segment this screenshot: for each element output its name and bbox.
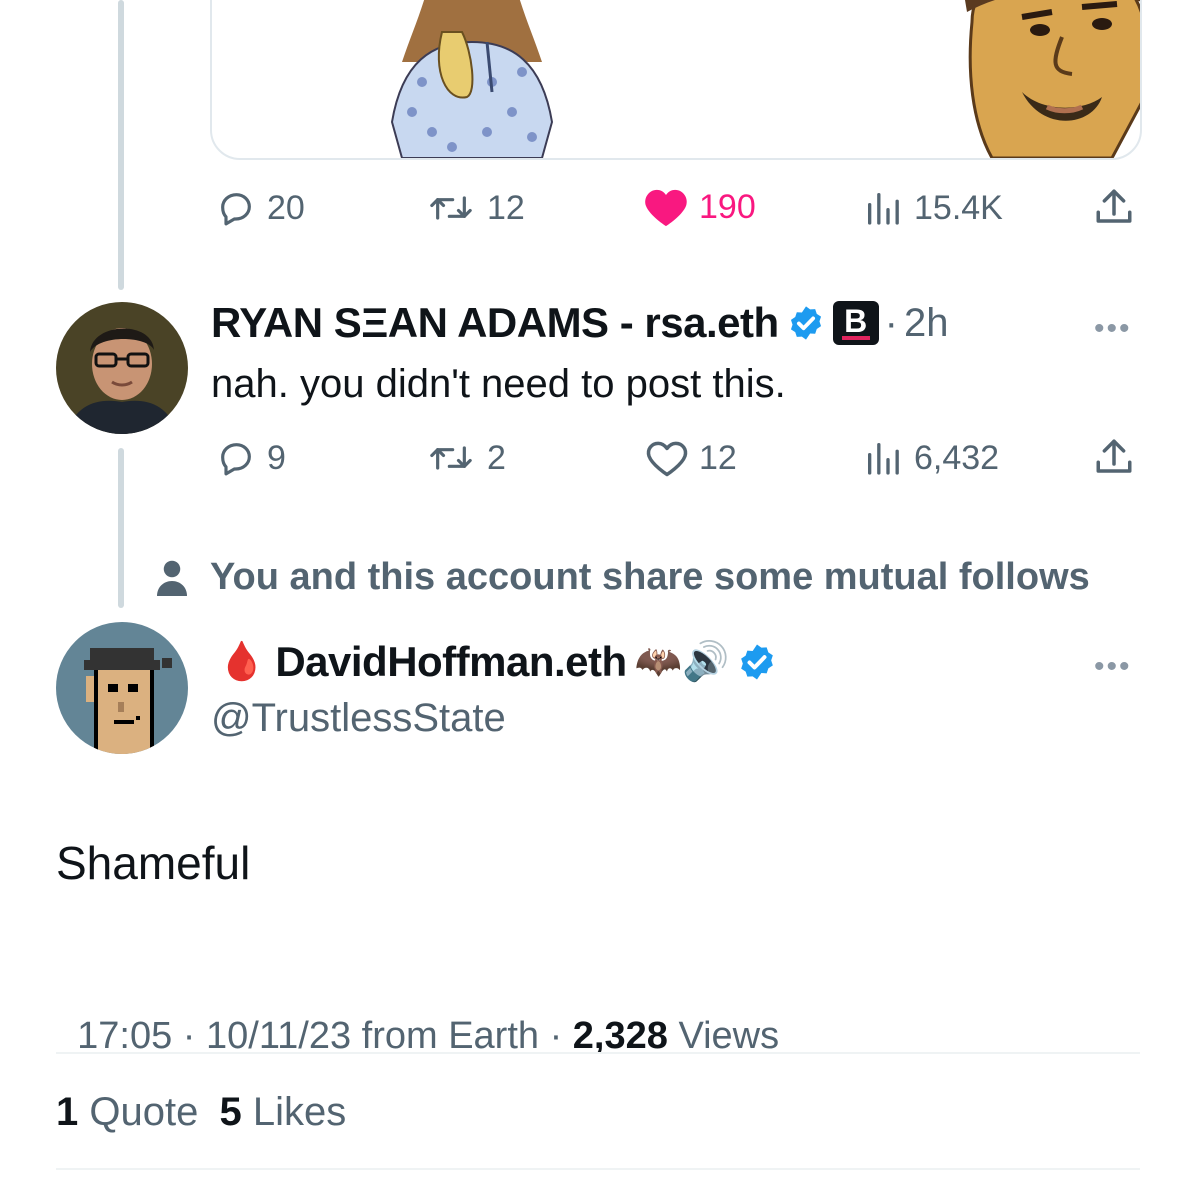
reply-time[interactable]: 2h xyxy=(904,301,949,346)
divider-bottom xyxy=(56,1168,1140,1170)
person-icon xyxy=(157,560,187,596)
quotes-label: Quote xyxy=(89,1090,199,1134)
bat-speaker-emojis: 🦇🔊 xyxy=(634,641,730,683)
reply-share-action[interactable] xyxy=(1093,436,1135,478)
views-count: 15.4K xyxy=(914,188,1003,227)
quotes-count: 1 xyxy=(56,1090,79,1134)
punk-avatar-image xyxy=(56,622,188,754)
main-author-avatar[interactable] xyxy=(56,622,188,754)
reply-author-avatar[interactable] xyxy=(56,302,188,434)
main-header: 🩸 DavidHoffman.eth 🦇🔊 xyxy=(218,636,777,688)
reply-header: RYAN SΞAN ADAMS - rsa.eth B · 2h xyxy=(211,298,948,348)
views-count: 6,432 xyxy=(914,438,1000,477)
top-like-action[interactable]: 190 xyxy=(643,186,756,228)
thread-line-middle xyxy=(118,448,124,608)
heart-filled-icon xyxy=(645,189,687,227)
top-reply-action[interactable]: 20 xyxy=(215,188,305,228)
verified-badge-icon xyxy=(790,306,821,340)
thread-line-top xyxy=(118,0,124,290)
like-count: 12 xyxy=(699,438,737,477)
mutual-follows-text: You and this account share some mutual f… xyxy=(210,556,1090,598)
reply-author-name[interactable]: RYAN SΞAN ADAMS - rsa.eth xyxy=(211,299,779,347)
verified-badge-icon xyxy=(741,644,774,680)
cartoon-illustration-image xyxy=(390,0,1140,158)
main-tweet-text: Shameful xyxy=(56,837,251,889)
main-author-name[interactable]: DavidHoffman.eth xyxy=(275,638,627,686)
top-share-action[interactable] xyxy=(1093,186,1135,228)
reply-count: 20 xyxy=(267,188,305,227)
reply-views-action[interactable]: 6,432 xyxy=(862,438,999,478)
reply-more-menu[interactable]: ••• xyxy=(1094,312,1132,346)
tweet-timestamp[interactable]: 17:05 · 10/11/23 from Earth · xyxy=(77,1015,573,1057)
retweet-icon xyxy=(430,446,472,470)
top-retweet-action[interactable]: 12 xyxy=(425,188,525,228)
reply-reply-action[interactable]: 9 xyxy=(215,438,286,478)
share-icon xyxy=(1096,189,1132,223)
retweet-icon xyxy=(430,196,472,220)
reply-icon xyxy=(221,443,251,476)
reply-count: 9 xyxy=(267,438,286,477)
time-separator: · xyxy=(884,300,898,345)
blood-drop-emoji: 🩸 xyxy=(218,641,266,683)
views-chart-icon xyxy=(868,193,899,225)
likes-label: Likes xyxy=(252,1090,347,1134)
views-label: Views xyxy=(667,1015,780,1057)
divider-top xyxy=(56,1052,1140,1054)
views-chart-icon xyxy=(868,443,899,475)
engagement-stats: 1 Quote 5 Likes xyxy=(56,1090,346,1135)
main-more-menu[interactable]: ••• xyxy=(1094,650,1132,684)
main-author-handle[interactable]: @TrustlessState xyxy=(211,696,506,741)
heart-outline-icon xyxy=(646,441,688,477)
reply-like-action[interactable]: 12 xyxy=(645,437,737,479)
reply-retweet-action[interactable]: 2 xyxy=(425,438,506,478)
tweet-timestamp-row: 17:05 · 10/11/23 from Earth · 2,328 View… xyxy=(56,972,779,1058)
reply-text: nah. you didn't need to post this. xyxy=(211,362,786,406)
avatar-photo-image xyxy=(56,302,188,434)
like-count: 190 xyxy=(699,187,756,226)
views-count: 2,328 xyxy=(572,1015,668,1057)
share-icon xyxy=(1096,439,1132,473)
top-views-action[interactable]: 15.4K xyxy=(862,188,1003,228)
mutual-follows-notice: You and this account share some mutual f… xyxy=(154,556,1090,599)
reply-icon xyxy=(221,193,251,226)
b-label-badge: B xyxy=(832,301,879,345)
likes-count: 5 xyxy=(219,1090,242,1134)
retweet-count: 2 xyxy=(487,438,506,477)
tweet-media-card[interactable] xyxy=(210,0,1142,160)
retweet-count: 12 xyxy=(487,188,525,227)
quotes-stat[interactable]: 1 Quote xyxy=(56,1090,209,1134)
likes-stat[interactable]: 5 Likes xyxy=(219,1090,346,1134)
